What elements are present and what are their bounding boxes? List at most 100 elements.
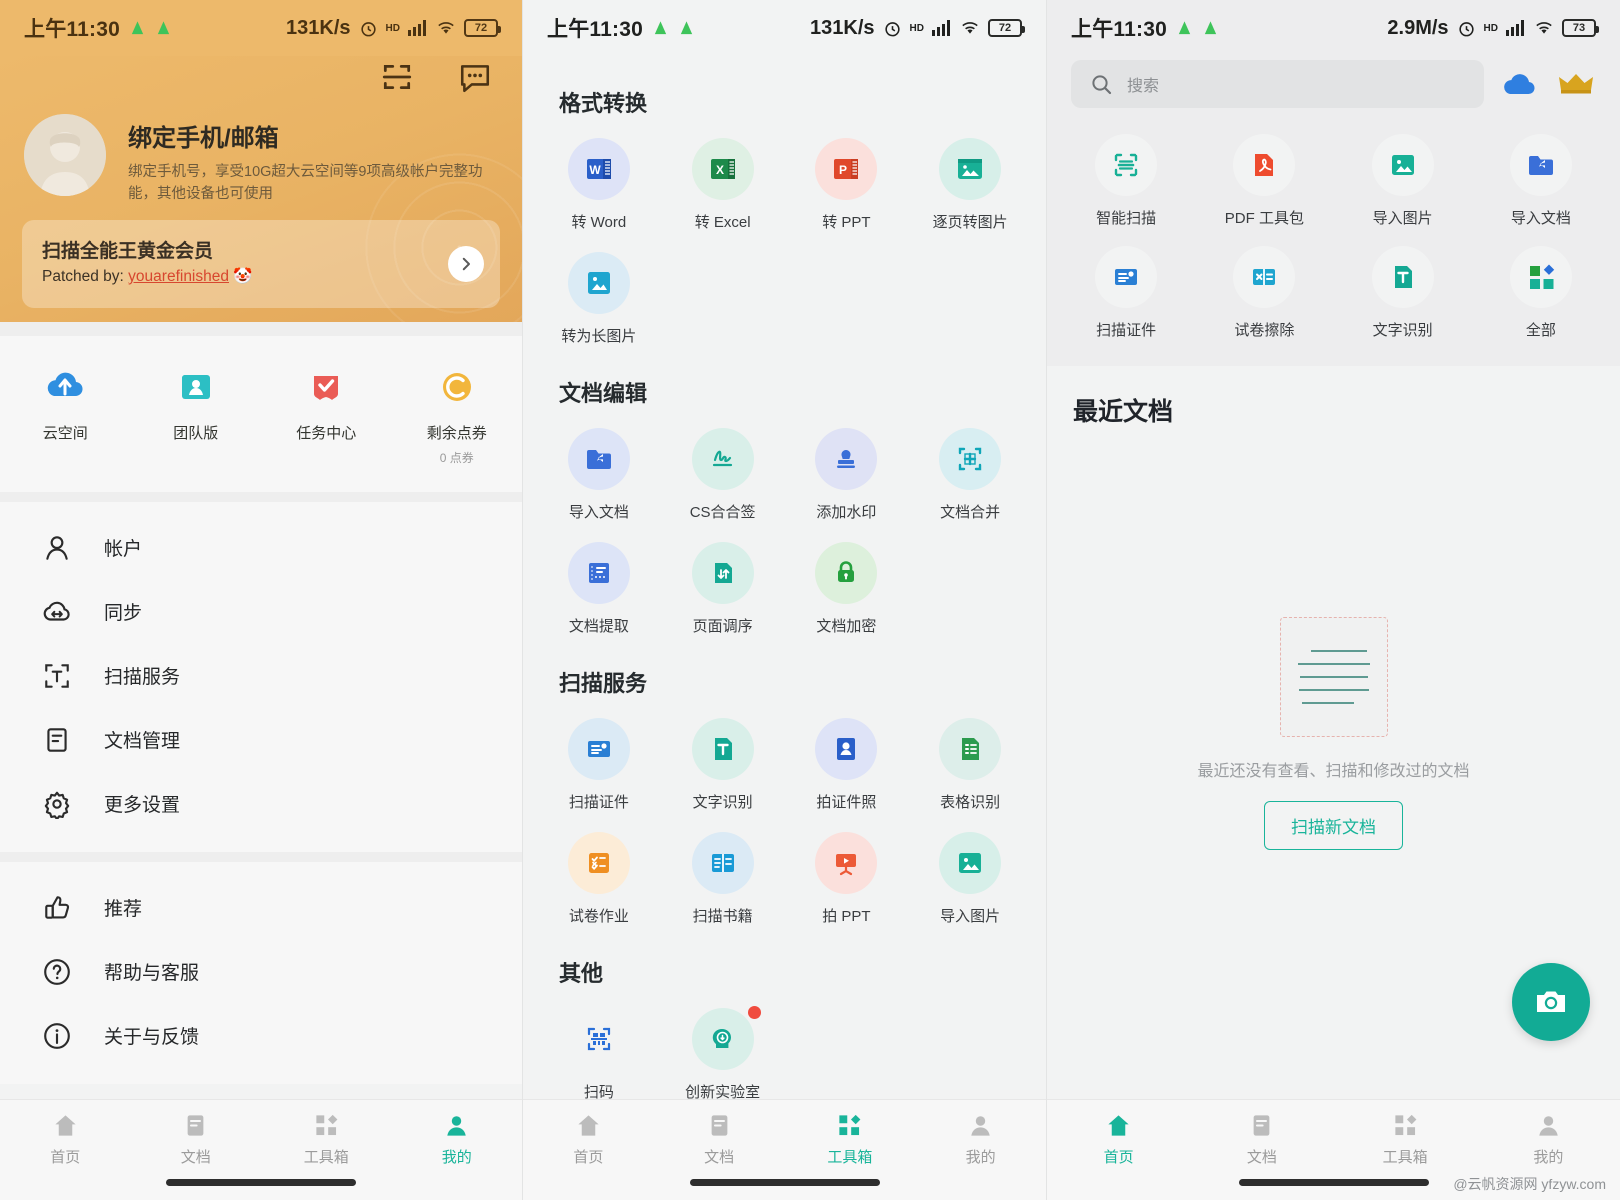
menu-item-more-settings[interactable]: 更多设置 xyxy=(0,772,522,836)
avatar[interactable] xyxy=(24,114,106,196)
document-icon xyxy=(47,728,67,752)
search-input[interactable]: 搜索 xyxy=(1071,60,1484,108)
tab-documents[interactable]: 文档 xyxy=(131,1112,262,1167)
tool-innovation-lab[interactable]: 创新实验室 xyxy=(661,994,785,1099)
tab-home[interactable]: 首页 xyxy=(523,1112,654,1167)
message-icon[interactable] xyxy=(458,60,492,94)
shortcut-import-image[interactable]: 导入图片 xyxy=(1334,120,1472,232)
profile-description: 绑定手机号，享受10G超大云空间等9项高级帐户完整功能，其他设备也可使用 xyxy=(128,164,483,203)
toolbox-icon xyxy=(316,1114,338,1136)
network-speed: 131K/s xyxy=(286,16,351,39)
tab-label: 文档 xyxy=(704,1149,735,1166)
exam-erase-icon xyxy=(1233,246,1296,308)
tab-mine[interactable]: 我的 xyxy=(915,1112,1046,1167)
doc-line xyxy=(1301,702,1354,704)
menu-item-scan-service[interactable]: 扫描服务 xyxy=(0,644,522,708)
tool-qrcode[interactable]: 扫码 xyxy=(537,994,661,1099)
notification-dot xyxy=(747,1006,761,1019)
quick-action-team[interactable]: 团队版 xyxy=(131,364,262,466)
quick-action-task[interactable]: 任务中心 xyxy=(261,364,392,466)
tab-toolbox[interactable]: 工具箱 xyxy=(261,1112,392,1167)
pdf-icon xyxy=(1233,134,1296,196)
tool-reorder-pages[interactable]: 页面调序 xyxy=(661,528,785,642)
toolbox-scroll[interactable]: 格式转换 W 转 Word X 转 Excel P 转 PPT 逐页转图片 转为… xyxy=(523,56,1046,1099)
tab-home[interactable]: 首页 xyxy=(1047,1112,1190,1167)
shortcut-smart-scan[interactable]: 智能扫描 xyxy=(1057,120,1195,232)
tool-import-image[interactable]: 导入图片 xyxy=(908,818,1032,932)
search-icon xyxy=(1092,75,1112,95)
tool-to-word[interactable]: W 转 Word xyxy=(537,124,661,238)
status-bar-1: 上午11:30 131K/s HD 72 xyxy=(0,0,522,56)
menu-item-recommend[interactable]: 推荐 xyxy=(0,876,522,940)
status-bar-3: 上午11:30 2.9M/s HD 73 xyxy=(1047,0,1620,56)
tool-encrypt-doc[interactable]: 文档加密 xyxy=(785,528,909,642)
tool-signature[interactable]: CS合合签 xyxy=(661,414,785,528)
tool-label: 文档加密 xyxy=(816,618,877,635)
empty-state: 最近还没有查看、扫描和修改过的文档 扫描新文档 xyxy=(1047,428,1620,1099)
chevron-right-icon[interactable] xyxy=(448,245,484,282)
tool-exam-homework[interactable]: 试卷作业 xyxy=(537,818,661,932)
tool-label: 转 Word xyxy=(571,214,627,231)
tab-mine[interactable]: 我的 xyxy=(392,1112,523,1167)
tool-shoot-ppt[interactable]: 拍 PPT xyxy=(785,818,909,932)
menu-item-help[interactable]: 帮助与客服 xyxy=(0,940,522,1004)
smart-scan-icon xyxy=(1095,134,1158,196)
shortcut-exam-erase[interactable]: 试卷擦除 xyxy=(1195,232,1333,344)
tab-home[interactable]: 首页 xyxy=(0,1112,131,1167)
profile-icon xyxy=(447,1116,466,1136)
tool-id-photo[interactable]: 拍证件照 xyxy=(785,704,909,818)
vip-sub-link[interactable]: youarefinished xyxy=(128,268,229,285)
shortcut-label: 导入图片 xyxy=(1372,210,1433,227)
vip-sub-prefix: Patched by: xyxy=(42,267,129,285)
shortcut-import-doc[interactable]: 导入文档 xyxy=(1472,120,1610,232)
tool-extract-doc[interactable]: 文档提取 xyxy=(537,528,661,642)
tool-page-to-image[interactable]: 逐页转图片 xyxy=(908,124,1032,238)
tab-documents[interactable]: 文档 xyxy=(654,1112,785,1167)
tool-table-recognize[interactable]: 表格识别 xyxy=(908,704,1032,818)
tool-to-excel[interactable]: X 转 Excel xyxy=(661,124,785,238)
vip-banner[interactable]: 扫描全能王黄金会员 Patched by: youarefinished 🤡 xyxy=(22,219,500,308)
cloud-icon[interactable] xyxy=(1500,69,1540,99)
tab-toolbox[interactable]: 工具箱 xyxy=(1334,1112,1477,1167)
tab-toolbox[interactable]: 工具箱 xyxy=(785,1112,916,1167)
tab-label: 文档 xyxy=(1246,1149,1277,1166)
tool-ocr[interactable]: 文字识别 xyxy=(661,704,785,818)
tool-scan-id[interactable]: 扫描证件 xyxy=(537,704,661,818)
shortcut-all[interactable]: 全部 xyxy=(1472,232,1610,344)
doc-line xyxy=(1310,650,1367,652)
quick-action-coupon[interactable]: 剩余点券 0 点券 xyxy=(392,364,523,466)
camera-fab-button[interactable] xyxy=(1512,963,1590,1041)
menu-item-sync[interactable]: 同步 xyxy=(0,580,522,644)
svg-text:W: W xyxy=(589,163,601,177)
quick-action-cloud[interactable]: 云空间 xyxy=(0,364,131,466)
shortcut-pdf-toolkit[interactable]: PDF 工具包 xyxy=(1195,120,1333,232)
tool-scan-book[interactable]: 扫描书籍 xyxy=(661,818,785,932)
menu-item-about[interactable]: 关于与反馈 xyxy=(0,1004,522,1068)
profile-row[interactable]: 绑定手机/邮箱 绑定手机号，享受10G超大云空间等9项高级帐户完整功能，其他设备… xyxy=(0,100,522,206)
tab-mine[interactable]: 我的 xyxy=(1477,1112,1620,1167)
tool-import-doc[interactable]: 导入文档 xyxy=(537,414,661,528)
tool-label: 导入图片 xyxy=(940,908,1001,925)
quick-action-sublabel: 0 点券 xyxy=(439,450,474,465)
tab-label: 首页 xyxy=(50,1149,81,1166)
shortcut-ocr[interactable]: 文字识别 xyxy=(1334,232,1472,344)
tool-watermark[interactable]: 添加水印 xyxy=(785,414,909,528)
tool-label: 文档合并 xyxy=(940,504,1001,521)
scan-icon[interactable] xyxy=(380,60,414,94)
camera-icon xyxy=(1537,991,1565,1012)
battery-indicator: 72 xyxy=(988,19,1025,37)
status-bar-2: 上午11:30 131K/s HD 72 xyxy=(523,0,1046,56)
tool-to-ppt[interactable]: P 转 PPT xyxy=(785,124,909,238)
tool-merge-doc[interactable]: 文档合并 xyxy=(908,414,1032,528)
menu-item-document-manage[interactable]: 文档管理 xyxy=(0,708,522,772)
signal-icon xyxy=(408,20,426,36)
scan-new-document-button[interactable]: 扫描新文档 xyxy=(1264,801,1403,850)
search-row: 搜索 xyxy=(1047,56,1620,108)
vip-subtitle: Patched by: youarefinished 🤡 xyxy=(42,267,480,286)
tool-to-long-image[interactable]: 转为长图片 xyxy=(537,238,661,352)
crown-icon[interactable] xyxy=(1556,69,1596,99)
shortcut-scan-id[interactable]: 扫描证件 xyxy=(1057,232,1195,344)
menu-item-account[interactable]: 帐户 xyxy=(0,516,522,580)
tab-label: 首页 xyxy=(1103,1149,1134,1166)
tab-documents[interactable]: 文档 xyxy=(1190,1112,1333,1167)
